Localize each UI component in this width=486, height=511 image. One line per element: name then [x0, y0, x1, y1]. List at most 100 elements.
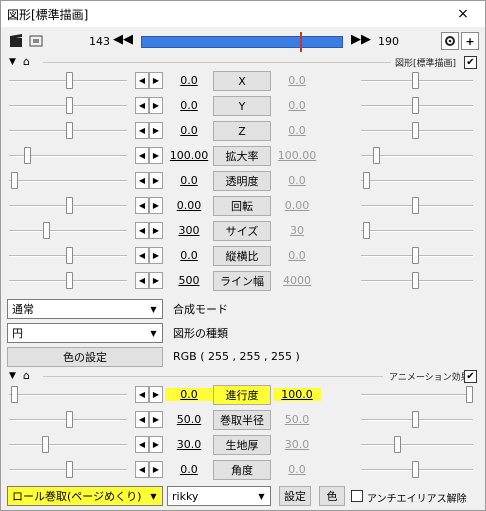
current-frame-marker[interactable]	[300, 32, 302, 52]
decrement-icon[interactable]: ◀	[135, 72, 149, 89]
gear-icon[interactable]	[441, 32, 459, 50]
right-value[interactable]: 0.0	[273, 99, 321, 112]
param-button[interactable]: 巻取半径	[213, 410, 271, 430]
next-frame-button[interactable]: ▶▶	[351, 32, 371, 47]
param-button[interactable]: 生地厚	[213, 435, 271, 455]
param-button[interactable]: 縦横比	[213, 246, 271, 266]
left-value[interactable]: 0.00	[165, 199, 213, 212]
right-value[interactable]: 30	[273, 224, 321, 237]
right-slider-track[interactable]	[361, 230, 473, 232]
effect-author-select[interactable]: rikky ▼	[167, 486, 271, 506]
right-value[interactable]: 0.0	[273, 124, 321, 137]
right-slider-thumb[interactable]	[412, 247, 419, 264]
right-slider-track[interactable]	[361, 180, 473, 182]
timeline-bar[interactable]	[141, 36, 343, 48]
left-slider-thumb[interactable]	[11, 172, 18, 189]
increment-icon[interactable]: ▶	[149, 436, 163, 453]
color-button[interactable]: 色	[319, 486, 345, 506]
right-slider-thumb[interactable]	[363, 222, 370, 239]
decrement-icon[interactable]: ◀	[135, 97, 149, 114]
antialias-checkbox[interactable]	[351, 490, 363, 502]
increment-icon[interactable]: ▶	[149, 172, 163, 189]
effect-type-select[interactable]: ロール巻取(ページめくり) ▼	[7, 486, 163, 506]
right-slider-thumb[interactable]	[412, 461, 419, 478]
increment-icon[interactable]: ▶	[149, 97, 163, 114]
left-slider-thumb[interactable]	[66, 197, 73, 214]
left-slider-thumb[interactable]	[66, 247, 73, 264]
right-slider-thumb[interactable]	[394, 436, 401, 453]
color-settings-button[interactable]: 色の設定	[7, 347, 163, 367]
left-value[interactable]: 50.0	[165, 413, 213, 426]
right-slider-thumb[interactable]	[412, 272, 419, 289]
left-value[interactable]: 500	[165, 274, 213, 287]
section-enable-checkbox[interactable]: ✔	[464, 370, 477, 383]
right-value[interactable]: 0.0	[273, 174, 321, 187]
left-slider-thumb[interactable]	[66, 122, 73, 139]
left-slider-thumb[interactable]	[43, 222, 50, 239]
shape-type-select[interactable]: 円 ▼	[7, 323, 163, 343]
left-value[interactable]: 0.0	[165, 388, 213, 401]
right-value[interactable]: 100.00	[273, 149, 321, 162]
right-value[interactable]: 0.0	[273, 74, 321, 87]
decrement-icon[interactable]: ◀	[135, 222, 149, 239]
prev-frame-button[interactable]: ◀◀	[113, 32, 133, 47]
decrement-icon[interactable]: ◀	[135, 272, 149, 289]
left-value[interactable]: 100.00	[165, 149, 213, 162]
increment-icon[interactable]: ▶	[149, 386, 163, 403]
param-button[interactable]: X	[213, 71, 271, 91]
right-slider-thumb[interactable]	[466, 386, 473, 403]
right-slider-thumb[interactable]	[412, 97, 419, 114]
left-value[interactable]: 0.0	[165, 249, 213, 262]
left-slider-thumb[interactable]	[66, 72, 73, 89]
right-slider-thumb[interactable]	[412, 411, 419, 428]
right-value[interactable]: 0.0	[273, 463, 321, 476]
param-button[interactable]: Y	[213, 96, 271, 116]
left-slider-track[interactable]	[9, 444, 127, 446]
left-slider-thumb[interactable]	[42, 436, 49, 453]
collapse-arrow-icon[interactable]: ▼	[9, 57, 16, 67]
left-slider-thumb[interactable]	[11, 386, 18, 403]
right-slider-thumb[interactable]	[412, 197, 419, 214]
right-slider-thumb[interactable]	[412, 122, 419, 139]
increment-icon[interactable]: ▶	[149, 411, 163, 428]
clapper-icon[interactable]	[7, 32, 25, 50]
decrement-icon[interactable]: ◀	[135, 386, 149, 403]
right-slider-thumb[interactable]	[373, 147, 380, 164]
decrement-icon[interactable]: ◀	[135, 411, 149, 428]
section-enable-checkbox[interactable]: ✔	[464, 56, 477, 69]
left-value[interactable]: 0.0	[165, 463, 213, 476]
right-value[interactable]: 100.0	[273, 388, 321, 401]
param-button[interactable]: 回転	[213, 196, 271, 216]
right-slider-track[interactable]	[361, 394, 473, 396]
left-slider-thumb[interactable]	[66, 461, 73, 478]
left-value[interactable]: 0.0	[165, 124, 213, 137]
increment-icon[interactable]: ▶	[149, 272, 163, 289]
right-slider-track[interactable]	[361, 444, 473, 446]
param-button[interactable]: Z	[213, 121, 271, 141]
left-value[interactable]: 0.0	[165, 174, 213, 187]
right-slider-thumb[interactable]	[363, 172, 370, 189]
close-icon[interactable]: ×	[441, 1, 485, 27]
left-slider-thumb[interactable]	[66, 411, 73, 428]
param-button[interactable]: ライン幅	[213, 271, 271, 291]
increment-icon[interactable]: ▶	[149, 461, 163, 478]
right-slider-thumb[interactable]	[412, 72, 419, 89]
decrement-icon[interactable]: ◀	[135, 436, 149, 453]
decrement-icon[interactable]: ◀	[135, 122, 149, 139]
increment-icon[interactable]: ▶	[149, 247, 163, 264]
decrement-icon[interactable]: ◀	[135, 197, 149, 214]
collapse-arrow-icon[interactable]: ▼	[9, 371, 16, 381]
right-value[interactable]: 50.0	[273, 413, 321, 426]
decrement-icon[interactable]: ◀	[135, 461, 149, 478]
left-value[interactable]: 0.0	[165, 74, 213, 87]
camera-icon[interactable]	[27, 32, 45, 50]
left-value[interactable]: 300	[165, 224, 213, 237]
param-button[interactable]: サイズ	[213, 221, 271, 241]
left-value[interactable]: 0.0	[165, 99, 213, 112]
param-button[interactable]: 進行度	[213, 385, 271, 405]
increment-icon[interactable]: ▶	[149, 197, 163, 214]
increment-icon[interactable]: ▶	[149, 122, 163, 139]
left-slider-thumb[interactable]	[24, 147, 31, 164]
increment-icon[interactable]: ▶	[149, 222, 163, 239]
increment-icon[interactable]: ▶	[149, 72, 163, 89]
